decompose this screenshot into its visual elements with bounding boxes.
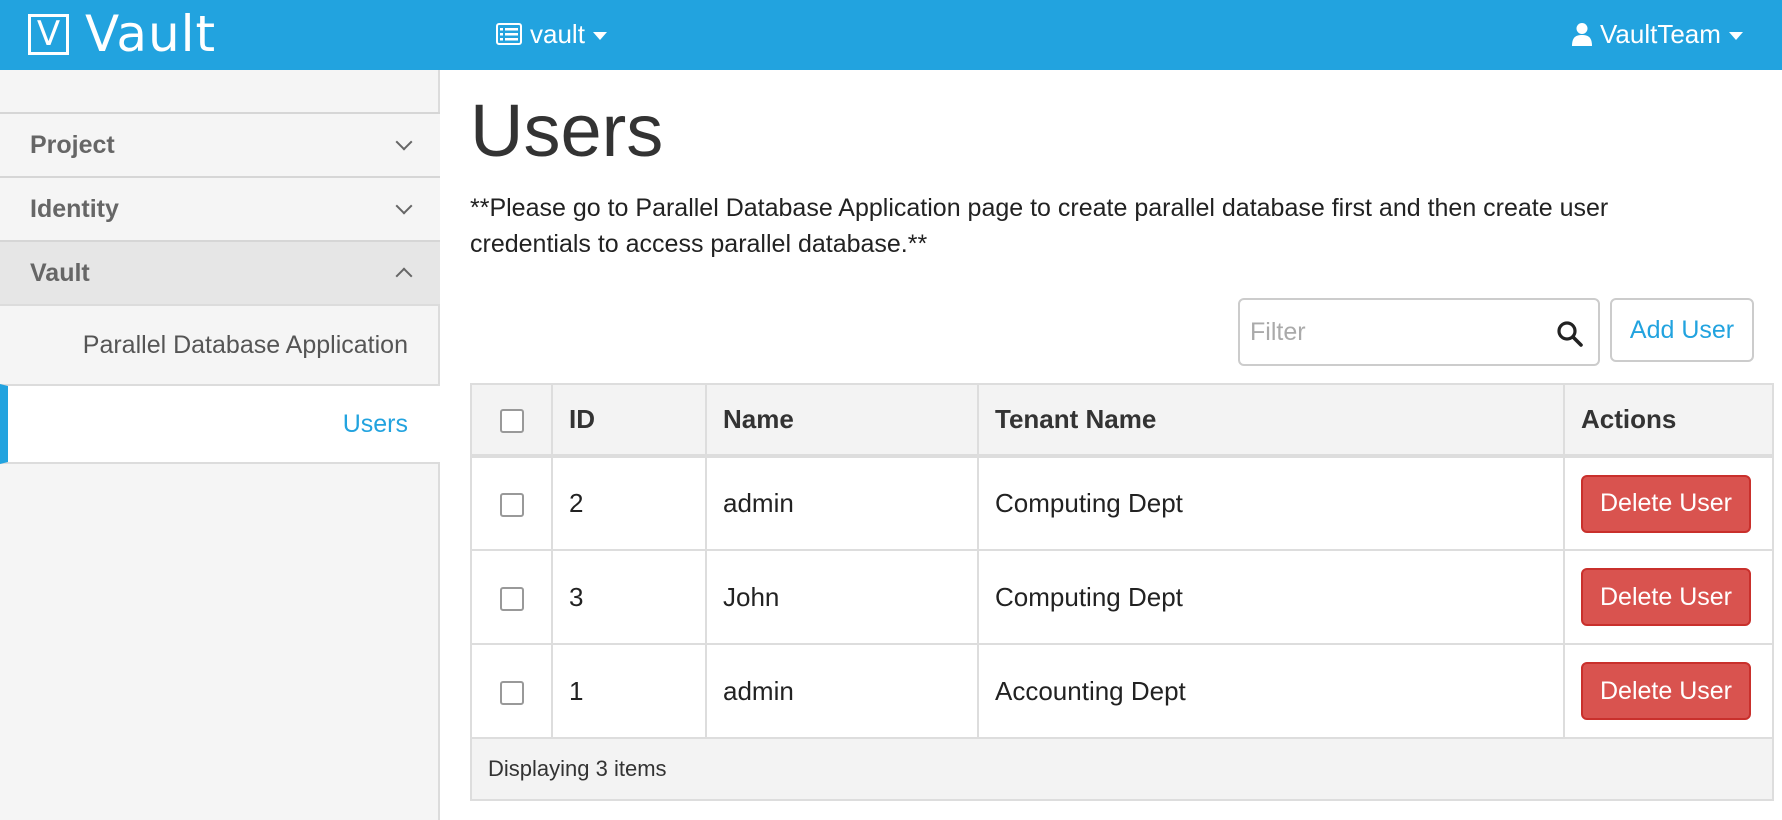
- row-checkbox[interactable]: [499, 493, 524, 518]
- brand-logo[interactable]: V Vault: [28, 5, 216, 63]
- page-title: Users: [470, 89, 664, 172]
- row-select-cell: [470, 549, 553, 645]
- sidebar-item-users[interactable]: Users: [0, 384, 440, 464]
- add-user-button[interactable]: Add User: [1610, 298, 1754, 362]
- column-header-actions: Actions: [1563, 383, 1774, 458]
- row-checkbox[interactable]: [499, 586, 524, 611]
- row-select-cell: [470, 643, 553, 739]
- project-menu-dropdown[interactable]: vault: [496, 18, 607, 50]
- brand-name: Vault: [85, 5, 217, 63]
- filter-input[interactable]: [1250, 312, 1540, 352]
- cell-tenant-name: Computing Dept: [977, 549, 1565, 645]
- sidebar-section-project[interactable]: Project: [0, 112, 440, 176]
- select-all-cell: [470, 383, 553, 458]
- sidebar-section-identity[interactable]: Identity: [0, 176, 440, 240]
- column-header-id[interactable]: ID: [551, 383, 707, 458]
- sidebar: Project Identity Vault Parallel Database…: [0, 70, 440, 820]
- cell-actions: Delete User: [1563, 549, 1774, 645]
- list-icon: [496, 23, 522, 45]
- user-menu-label: VaultTeam: [1600, 18, 1721, 49]
- vault-logo-icon: V: [28, 13, 69, 55]
- delete-user-button[interactable]: Delete User: [1581, 662, 1751, 720]
- filter-box: [1238, 298, 1600, 366]
- cell-name: admin: [705, 455, 979, 551]
- top-navbar: V Vault vault VaultTeam: [0, 0, 1782, 70]
- column-header-name[interactable]: Name: [705, 383, 979, 458]
- row-select-cell: [470, 455, 553, 551]
- chevron-down-icon: [395, 197, 413, 215]
- caret-down-icon: [1728, 32, 1743, 40]
- user-icon: [1572, 23, 1592, 46]
- sidebar-section-label: Vault: [30, 258, 90, 287]
- table-header-row: ID Name Tenant Name Actions: [470, 383, 1774, 458]
- sidebar-section-label: Project: [30, 130, 115, 159]
- cell-id: 2: [551, 455, 707, 551]
- table-row: 1 admin Accounting Dept Delete User: [470, 643, 1774, 739]
- cell-id: 3: [551, 549, 707, 645]
- cell-actions: Delete User: [1563, 455, 1774, 551]
- item-count-text: Displaying 3 items: [470, 737, 1774, 801]
- sidebar-section-vault[interactable]: Vault: [0, 240, 440, 304]
- chevron-down-icon: [395, 133, 413, 151]
- select-all-checkbox[interactable]: [499, 409, 524, 434]
- table-footer-row: Displaying 3 items: [470, 737, 1774, 801]
- caret-down-icon: [592, 32, 607, 40]
- row-checkbox[interactable]: [499, 680, 524, 705]
- table-row: 2 admin Computing Dept Delete User: [470, 455, 1774, 551]
- column-header-tenant-name[interactable]: Tenant Name: [977, 383, 1565, 458]
- search-icon[interactable]: [1556, 320, 1584, 348]
- notice-text: **Please go to Parallel Database Applica…: [470, 194, 1609, 258]
- chevron-up-icon: [395, 267, 413, 285]
- cell-name: John: [705, 549, 979, 645]
- cell-id: 1: [551, 643, 707, 739]
- sidebar-section-label: Identity: [30, 194, 119, 223]
- sidebar-item-parallel-database-application[interactable]: Parallel Database Application: [0, 304, 440, 384]
- users-table: ID Name Tenant Name Actions 2 admin Comp…: [470, 383, 1774, 801]
- cell-actions: Delete User: [1563, 643, 1774, 739]
- cell-tenant-name: Computing Dept: [977, 455, 1565, 551]
- cell-name: admin: [705, 643, 979, 739]
- delete-user-button[interactable]: Delete User: [1581, 474, 1751, 533]
- user-menu-dropdown[interactable]: VaultTeam: [1572, 18, 1743, 50]
- project-menu-label: vault: [530, 18, 585, 49]
- delete-user-button[interactable]: Delete User: [1581, 568, 1751, 626]
- cell-tenant-name: Accounting Dept: [977, 643, 1565, 739]
- users-table-container: ID Name Tenant Name Actions 2 admin Comp…: [470, 383, 1774, 801]
- table-row: 3 John Computing Dept Delete User: [470, 549, 1774, 645]
